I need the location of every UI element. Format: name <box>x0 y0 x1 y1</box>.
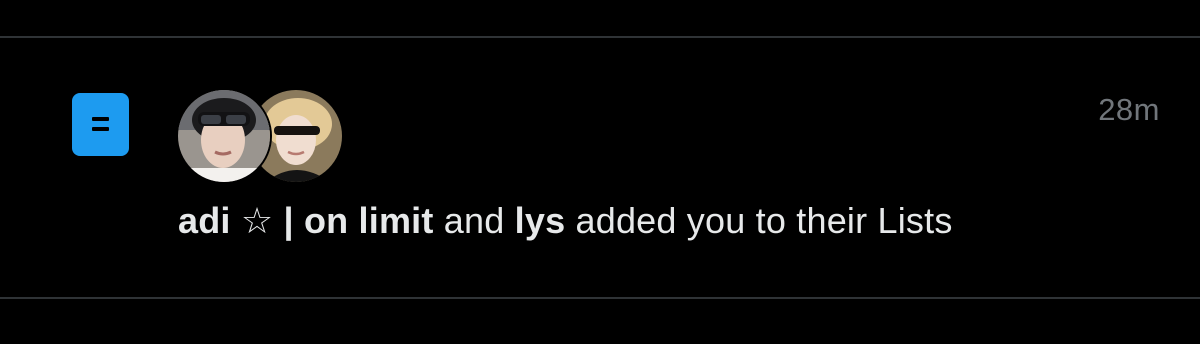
conjunction-text: and <box>433 200 515 241</box>
notification-list-added[interactable] <box>0 38 1200 297</box>
action-text: added you to their Lists <box>565 200 953 241</box>
notification-message: adi ☆ | on limit and lys added you to th… <box>178 200 953 242</box>
user1-name-link[interactable]: adi ☆ | on limit <box>178 200 434 241</box>
divider-bottom <box>0 297 1200 299</box>
notifications-screen: 28m adi ☆ | on limit and lys added you t… <box>0 0 1200 344</box>
user2-name-link[interactable]: lys <box>515 200 566 241</box>
list-icon <box>72 93 129 156</box>
timestamp: 28m <box>1098 92 1160 127</box>
avatar-adi[interactable] <box>178 90 270 182</box>
